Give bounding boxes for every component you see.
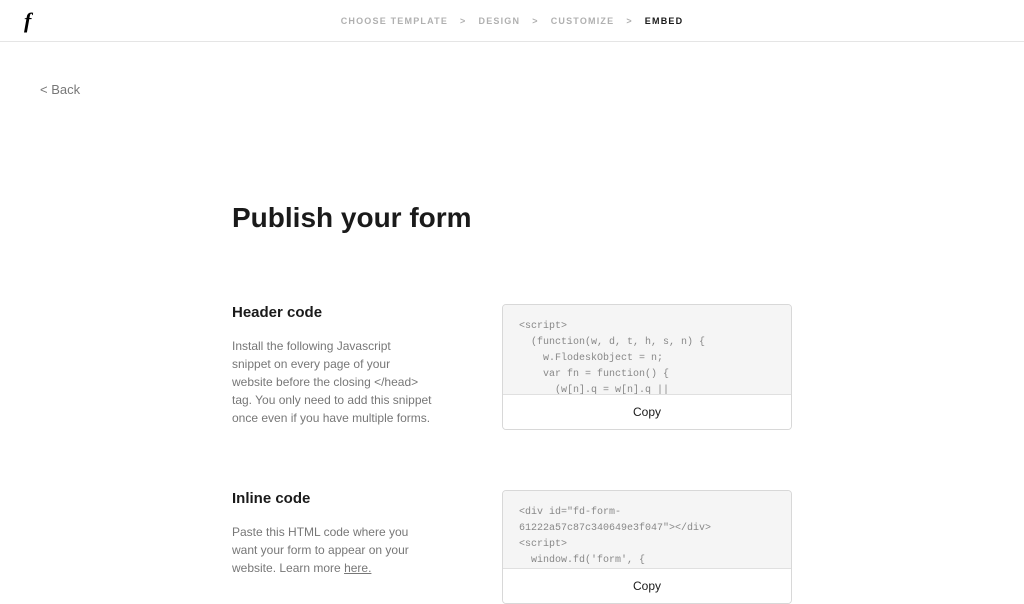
learn-more-link[interactable]: here.: [344, 561, 371, 575]
header-code-box: <script> (function(w, d, t, h, s, n) { w…: [502, 304, 792, 430]
inline-code-box-wrap: <div id="fd-form- 61222a57c87c340649e3f0…: [502, 490, 792, 604]
inline-code-snippet[interactable]: <div id="fd-form- 61222a57c87c340649e3f0…: [503, 491, 791, 569]
inline-code-copy-button[interactable]: Copy: [503, 569, 791, 603]
page-title: Publish your form: [232, 202, 792, 234]
header-code-title: Header code: [232, 304, 432, 321]
inline-code-section: Inline code Paste this HTML code where y…: [232, 490, 792, 604]
header-code-box-wrap: <script> (function(w, d, t, h, s, n) { w…: [502, 304, 792, 430]
inline-code-info: Inline code Paste this HTML code where y…: [232, 490, 432, 604]
breadcrumb-design[interactable]: DESIGN: [479, 16, 521, 26]
breadcrumb-customize[interactable]: CUSTOMIZE: [551, 16, 615, 26]
header-code-info: Header code Install the following Javasc…: [232, 304, 432, 430]
chevron-right-icon: >: [532, 16, 538, 26]
chevron-right-icon: >: [460, 16, 466, 26]
header: f CHOOSE TEMPLATE > DESIGN > CUSTOMIZE >…: [0, 0, 1024, 42]
breadcrumb: CHOOSE TEMPLATE > DESIGN > CUSTOMIZE > E…: [341, 16, 684, 26]
breadcrumb-embed[interactable]: EMBED: [645, 16, 684, 26]
header-code-desc: Install the following Javascript snippet…: [232, 337, 432, 427]
logo[interactable]: f: [24, 8, 31, 34]
header-code-snippet[interactable]: <script> (function(w, d, t, h, s, n) { w…: [503, 305, 791, 395]
inline-code-desc: Paste this HTML code where you want your…: [232, 523, 432, 577]
main-content: Publish your form Header code Install th…: [232, 42, 792, 604]
header-code-section: Header code Install the following Javasc…: [232, 304, 792, 430]
inline-code-box: <div id="fd-form- 61222a57c87c340649e3f0…: [502, 490, 792, 604]
header-code-copy-button[interactable]: Copy: [503, 395, 791, 429]
back-button[interactable]: < Back: [40, 82, 80, 97]
inline-code-title: Inline code: [232, 490, 432, 507]
chevron-right-icon: >: [626, 16, 632, 26]
breadcrumb-choose-template[interactable]: CHOOSE TEMPLATE: [341, 16, 448, 26]
